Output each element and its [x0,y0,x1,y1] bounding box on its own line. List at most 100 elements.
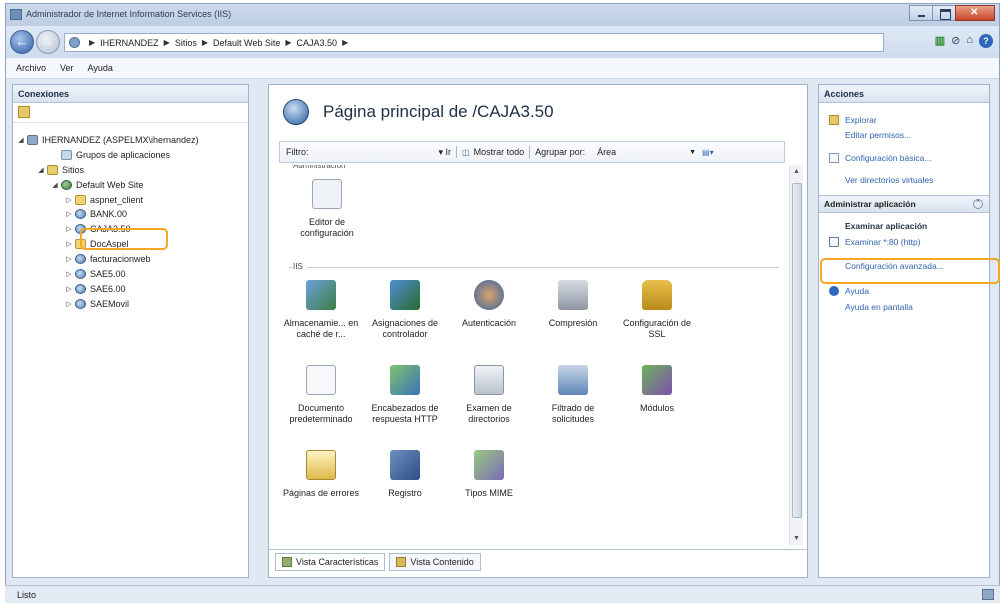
feature-handler-mappings[interactable]: Asignaciones de controlador [363,280,447,340]
manage-application-section[interactable]: Administrar aplicación ⌃ [819,195,989,213]
forward-button[interactable]: → [36,30,60,54]
scroll-up-icon[interactable]: ▲ [793,168,800,175]
breadcrumb-site[interactable]: Default Web Site [213,38,280,48]
error-pages-icon [306,450,336,480]
tree-expander-icon[interactable]: ▷ [65,270,73,278]
action-edit-permissions[interactable]: Editar permisos... [845,130,911,140]
feature-directory-browsing[interactable]: Examen de directorios [447,365,531,425]
feature-configuration-editor[interactable]: Editor de configuración [285,179,369,239]
feature-default-document[interactable]: Documento predeterminado [279,365,363,425]
feature-http-response-headers[interactable]: Encabezados de respuesta HTTP [363,365,447,425]
tree-node[interactable]: ▷ facturacionweb [65,252,151,266]
breadcrumb-app[interactable]: CAJA3.50 [297,38,338,48]
show-all-icon[interactable]: ◫ [462,148,470,157]
tree-node-label: Grupos de aplicaciones [76,150,171,160]
tree-node[interactable]: Grupos de aplicaciones [51,148,170,162]
menu-bar: Archivo Ver Ayuda [6,58,999,79]
scroll-down-icon[interactable]: ▼ [793,535,800,542]
close-button[interactable] [955,5,995,21]
chevron-down-icon[interactable]: ▼ [689,149,696,156]
action-browse-http[interactable]: Examinar *:80 (http) [829,237,921,247]
feature-label: Almacenamie... en caché de r... [283,318,359,339]
tree-node[interactable]: ▷ BANK.00 [65,207,127,221]
breadcrumb-arrow-icon[interactable]: ▶ [342,38,348,47]
menu-view[interactable]: Ver [60,63,74,73]
back-button[interactable]: ← [10,30,34,54]
menu-file[interactable]: Archivo [16,63,46,73]
handler-mappings-icon [390,280,420,310]
tree-expander-icon[interactable]: ▷ [65,225,73,233]
feature-logging[interactable]: Registro [363,450,447,499]
start-page-icon[interactable] [18,106,30,118]
tree-expander-icon[interactable]: ▷ [65,285,73,293]
tree-node[interactable]: ▷ SAE5.00 [65,267,126,281]
tree-expander-icon[interactable]: ▷ [65,255,73,263]
feature-ssl-settings[interactable]: Configuración de SSL [615,280,699,340]
breadcrumb-sites[interactable]: Sitios [175,38,197,48]
minimize-button[interactable] [909,5,933,21]
navigation-tools: ▥ ⊘ ⌂ ? [935,34,993,48]
stop-icon[interactable]: ⊘ [951,34,960,48]
tree-expander-icon[interactable]: ▷ [65,300,73,308]
group-by-select[interactable]: Área [597,147,687,157]
tree-expander-icon[interactable]: ▷ [65,196,73,204]
authentication-icon [474,280,504,310]
tree-expander-icon[interactable]: ▷ [65,240,73,248]
tree-node[interactable]: ▷ SAEMovil [65,297,129,311]
show-all-button[interactable]: Mostrar todo [474,147,525,157]
status-bar: Listo [5,585,1000,603]
breadcrumb-server[interactable]: IHERNANDEZ [100,38,159,48]
filter-input[interactable] [309,145,439,159]
action-label: Examinar *:80 (http) [845,237,921,247]
menu-help[interactable]: Ayuda [88,63,113,73]
features-scrollbar[interactable]: ▲ ▼ [789,165,803,545]
title-bar: Administrador de Internet Information Se… [6,4,999,26]
tab-features-view[interactable]: Vista Características [275,553,386,571]
feature-request-filtering[interactable]: Filtrado de solicitudes [531,365,615,425]
feature-mime-types[interactable]: Tipos MIME [447,450,531,499]
tree-node[interactable]: ◢ IHERNANDEZ (ASPELMX\ihernandez) [17,133,199,147]
action-help[interactable]: Ayuda [829,286,869,296]
http-headers-icon [390,365,420,395]
collapse-icon[interactable]: ⌃ [973,199,983,209]
action-view-virtual-directories[interactable]: Ver directorios virtuales [845,175,933,185]
action-basic-settings[interactable]: Configuración básica... [829,153,931,163]
scroll-thumb[interactable] [792,183,802,518]
tree-expander-icon[interactable]: ◢ [51,181,59,189]
help-icon[interactable]: ? [979,34,993,48]
action-explore[interactable]: Explorar [829,115,877,125]
tree-expander-icon[interactable]: ◢ [17,136,25,144]
network-icon[interactable]: ▥ [935,34,945,48]
view-mode-icon[interactable]: ▤▾ [702,148,714,157]
navigation-bar: ← → ▶ IHERNANDEZ ▶ Sitios ▶ Default Web … [6,26,999,58]
highlight-advanced-settings [820,258,1000,284]
tree-node[interactable]: ▷ aspnet_client [65,193,143,207]
breadcrumb-arrow-icon: ▶ [285,38,292,47]
feature-label: Autenticación [461,318,517,328]
feature-authentication[interactable]: Autenticación [447,280,531,329]
tree-node[interactable]: ▷ SAE6.00 [65,282,126,296]
action-online-help[interactable]: Ayuda en pantalla [845,302,913,312]
features-view: Administración Editor de configuración I… [279,165,787,548]
actions-pane: Acciones Explorar Editar permisos... Con… [818,84,990,578]
page-title: Página principal de /CAJA3.50 [323,102,554,121]
address-bar[interactable]: ▶ IHERNANDEZ ▶ Sitios ▶ Default Web Site… [64,33,884,52]
tree-expander-icon[interactable]: ◢ [37,166,45,174]
maximize-button[interactable] [932,5,956,21]
address-page-icon [69,37,80,48]
network-status-icon [982,589,994,600]
home-icon[interactable]: ⌂ [966,34,973,48]
go-button[interactable]: ▾ Ir [439,147,452,158]
tree-expander-icon[interactable]: ▷ [65,210,73,218]
tree-node[interactable]: ◢ Sitios [37,163,84,177]
feature-compression[interactable]: Compresión [531,280,615,329]
folder-icon [75,195,86,205]
request-filtering-icon [558,365,588,395]
feature-output-caching[interactable]: Almacenamie... en caché de r... [279,280,363,340]
feature-modules[interactable]: Módulos [615,365,699,414]
tab-content-view[interactable]: Vista Contenido [389,553,481,571]
tree-node[interactable]: ◢ Default Web Site [51,178,143,192]
feature-error-pages[interactable]: Páginas de errores [279,450,363,499]
server-icon [27,135,38,145]
action-label: Ayuda [845,286,869,296]
